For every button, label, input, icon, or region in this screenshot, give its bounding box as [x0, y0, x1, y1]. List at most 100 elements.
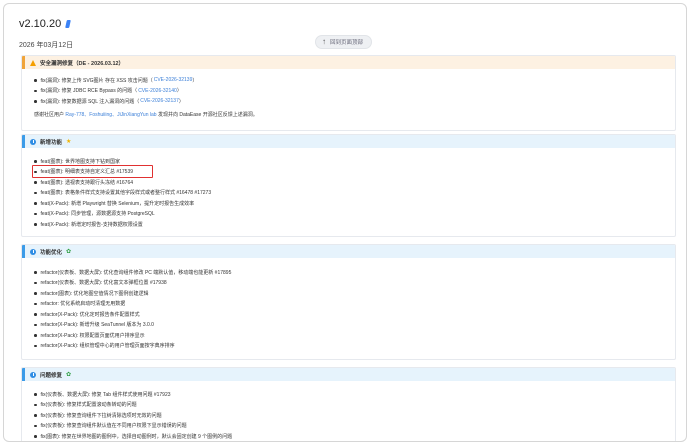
plant-icon: ✿ — [66, 249, 72, 255]
list-item: fix(仪表板): 修复样式配置滚动条转动的问题 — [34, 400, 665, 411]
list-item: feat(X-Pack): 新增 Playwright 替换 Selenium，… — [34, 198, 665, 209]
section-header: 安全漏洞修复（DE - 2026.03.12） — [22, 56, 675, 69]
bullet-icon — [34, 202, 37, 205]
section-header: 新增功能 ★ — [22, 135, 675, 148]
bullet-icon — [34, 403, 37, 406]
info-icon — [30, 371, 36, 378]
item-tail: ） — [192, 77, 198, 84]
item-tail: ） — [178, 98, 184, 105]
tag-icon — [65, 20, 72, 28]
item-text: fix(仪表板): 修复查询组件默认值在不同用户权限下显示错误的问题 — [40, 423, 187, 430]
item-text: fix(漏洞): 修复上传 SVG图片 存在 XSS 攻击问题（ — [40, 77, 153, 84]
bullet-icon — [34, 79, 37, 82]
bullet-icon — [34, 323, 37, 326]
bullet-icon — [34, 100, 37, 103]
bullet-icon — [34, 414, 37, 417]
section-title: 安全漏洞修复（DE - 2026.03.12） — [40, 60, 125, 67]
bullet-icon — [34, 271, 37, 274]
list-item: feat(X-Pack): 新增定时报告-支持数据权限设置 — [34, 219, 665, 230]
section-title: 新增功能 — [40, 139, 63, 146]
list-item: fix(仪表板、数据大屏): 修复 Tab 组件样式使用问题 #17923 — [34, 389, 665, 400]
star-icon: ★ — [66, 139, 72, 145]
note-suffix: 发现并向 DataEase 开源社区反馈上述漏洞。 — [156, 111, 258, 118]
bugfixes-section: 问题修复 ✿ fix(仪表板、数据大屏): 修复 Tab 组件样式使用问题 #1… — [21, 367, 676, 441]
list-item: fix(仪表板): 修复查询组件下拉树清除选项时无效的问题 — [34, 410, 665, 421]
bullet-icon — [34, 344, 37, 347]
info-icon — [30, 248, 36, 255]
list-item: refactor(X-Pack): 优化定时报告条件配置样式 — [34, 309, 665, 320]
contributor-links[interactable]: Ray-778、Foshuiiing、JiJinXiangYun lab — [65, 112, 156, 118]
cve-link[interactable]: CVE-2026-32139 — [154, 77, 193, 83]
item-text: fix(仪表板): 修复样式配置滚动条转动的问题 — [40, 402, 137, 409]
bullet-icon — [34, 281, 37, 284]
item-text: refactor: 优化系统启动时清理无用数据 — [40, 301, 126, 308]
item-text: refactor(X-Pack): 权限配置页面优用户排序显示 — [40, 332, 145, 339]
item-text: refactor(仪表板、数据大屏): 优化查询组件修改 PC 端默认值，移动端… — [40, 269, 232, 276]
section-header: 问题修复 ✿ — [22, 368, 675, 381]
bullet-icon — [34, 313, 37, 316]
item-text: refactor(图表): 优化地图空值情况下图例创建逻辑 — [40, 290, 149, 297]
back-to-top-label: 回到页面顶部 — [330, 40, 364, 46]
item-text: refactor(仪表板、数据大屏): 优化富文本弹框位置 #17938 — [40, 280, 167, 287]
bullet-icon — [34, 191, 37, 194]
item-text: fix(漏洞): 修复数据源 SQL 注入漏洞的问题（ — [40, 98, 140, 105]
item-text: feat(图表): 表格条件样式支持设置其他字段样式或者整行样式 #16478 … — [40, 190, 212, 197]
item-text: feat(图表): 透视表支持跟行头冻结 #16764 — [40, 179, 134, 186]
warning-icon — [30, 59, 36, 66]
item-text: fix(仪表板、数据大屏): 修复 Tab 组件样式使用问题 #17923 — [40, 391, 171, 398]
release-notes-page: v2.10.20 2026 年03月12日 ↑ 回到页面顶部 安全漏洞修复（DE… — [3, 3, 687, 442]
list-item: fix(漏洞): 修复数据源 SQL 注入漏洞的问题（ CVE-2026-321… — [34, 96, 665, 107]
item-text: feat(X-Pack): 新增定时报告-支持数据权限设置 — [40, 221, 143, 228]
item-text: feat(X-Pack): 同步管理，源数据源支持 PostgreSQL — [40, 211, 155, 218]
list-item: fix(漏洞): 修复上传 SVG图片 存在 XSS 攻击问题（ CVE-202… — [34, 75, 665, 86]
cve-link[interactable]: CVE-2026-32140 — [138, 88, 177, 94]
list-item: fix(漏洞): 修复 JDBC RCE Bypass 的问题（ CVE-202… — [34, 86, 665, 97]
list-item: refactor(X-Pack): 新增升级 SeaTunnel 版本为 3.0… — [34, 320, 665, 331]
bullet-icon — [34, 334, 37, 337]
bullet-icon — [34, 292, 37, 295]
plant-icon: ✿ — [66, 372, 72, 378]
list-item: refactor(仪表板、数据大屏): 优化查询组件修改 PC 端默认值，移动端… — [34, 267, 665, 278]
version-heading: v2.10.20 — [19, 18, 72, 30]
item-text: refactor(X-Pack): 优化定时报告条件配置样式 — [40, 311, 140, 318]
version-title: v2.10.20 — [19, 18, 62, 30]
bullet-icon — [34, 424, 37, 427]
item-text: fix(图表): 修复在世界地图的图例中，选择自动图例时，默认会固定创建 9 个… — [40, 433, 233, 440]
security-fix-section: 安全漏洞修复（DE - 2026.03.12） fix(漏洞): 修复上传 SV… — [21, 55, 676, 131]
highlight-box — [32, 165, 153, 178]
item-text: fix(漏洞): 修复 JDBC RCE Bypass 的问题（ — [40, 88, 138, 95]
cve-link[interactable]: CVE-2026-32137 — [140, 98, 179, 104]
item-tail: ） — [176, 88, 182, 95]
item-text: refactor(X-Pack): 新增升级 SeaTunnel 版本为 3.0… — [40, 322, 154, 329]
bullet-icon — [34, 89, 37, 92]
list-item: feat(图表): 表格条件样式支持设置其他字段样式或者整行样式 #16478 … — [34, 188, 665, 199]
note-prefix: 感谢社区用户 — [34, 111, 66, 118]
bullet-icon — [34, 160, 37, 163]
optimizations-section: 功能优化 ✿ refactor(仪表板、数据大屏): 优化查询组件修改 PC 端… — [21, 244, 676, 360]
bullet-icon — [34, 223, 37, 226]
back-to-top-button[interactable]: ↑ 回到页面顶部 — [315, 35, 373, 49]
list-item: refactor(X-Pack): 权限配置页面优用户排序显示 — [34, 330, 665, 341]
new-features-section: 新增功能 ★ feat(图表): 世界地图支持下钻到国家 feat(图表): 明细… — [21, 134, 676, 237]
section-title: 功能优化 — [40, 249, 63, 256]
thanks-note: 感谢社区用户 Ray-778、Foshuiiing、JiJinXiangYun … — [34, 111, 665, 118]
arrow-up-icon: ↑ — [322, 37, 326, 46]
release-date: 2026 年03月12日 — [19, 42, 74, 49]
bullet-icon — [34, 212, 37, 215]
list-item: feat(图表): 透视表支持跟行头冻结 #16764 — [34, 177, 665, 188]
section-title: 问题修复 — [40, 372, 63, 379]
item-text: feat(X-Pack): 新增 Playwright 替换 Selenium，… — [40, 200, 195, 207]
list-item: fix(仪表板): 修复查询组件默认值在不同用户权限下显示错误的问题 — [34, 421, 665, 432]
info-icon — [30, 138, 36, 145]
list-item: refactor(X-Pack): 组织管理中心的用户管理页面按字典序排序 — [34, 341, 665, 352]
list-item: refactor(图表): 优化地图空值情况下图例创建逻辑 — [34, 288, 665, 299]
list-item: refactor(仪表板、数据大屏): 优化富文本弹框位置 #17938 — [34, 278, 665, 289]
bullet-icon — [34, 181, 37, 184]
bullet-icon — [34, 393, 37, 396]
item-text: fix(仪表板): 修复查询组件下拉树清除选项时无效的问题 — [40, 412, 162, 419]
list-item: fix(图表): 修复在世界地图的图例中，选择自动图例时，默认会固定创建 9 个… — [34, 431, 665, 441]
list-item: refactor: 优化系统启动时清理无用数据 — [34, 299, 665, 310]
list-item: feat(X-Pack): 同步管理，源数据源支持 PostgreSQL — [34, 209, 665, 220]
bullet-icon — [34, 435, 37, 438]
item-text: refactor(X-Pack): 组织管理中心的用户管理页面按字典序排序 — [40, 343, 175, 350]
